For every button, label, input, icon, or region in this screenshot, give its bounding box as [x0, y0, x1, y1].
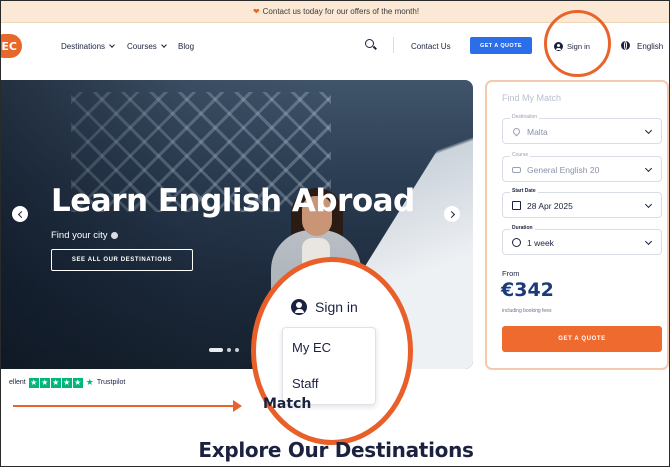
pointer-arrow-line	[13, 405, 235, 407]
location-dot-icon	[110, 232, 118, 239]
star-icon: ★	[39, 377, 50, 388]
callout-signin-button[interactable]: Sign in	[291, 299, 358, 315]
destination-label: Destination	[510, 114, 540, 120]
chevron-down-icon	[644, 164, 653, 173]
trustpilot-logo-icon: ★	[85, 377, 94, 387]
nav-blog[interactable]: Blog	[178, 42, 194, 51]
star-icon: ★	[61, 377, 72, 388]
trustpilot-rating[interactable]: ellent ★ ★ ★ ★ ★ ★ Trustpilot	[9, 377, 125, 388]
duration-label: Duration	[510, 225, 535, 231]
carousel-dot-active[interactable]	[209, 348, 223, 352]
star-icon: ★	[50, 377, 61, 388]
nav-courses[interactable]: Courses	[127, 42, 167, 51]
star-icon: ★	[28, 377, 39, 388]
chevron-down-icon	[160, 42, 167, 48]
match-heading-partial: Match	[263, 396, 312, 412]
globe-icon[interactable]	[621, 41, 630, 50]
start-date-label: Start Date	[510, 188, 538, 194]
see-all-destinations-button[interactable]: SEE ALL OUR DESTINATIONS	[51, 249, 193, 271]
carousel-next-button[interactable]	[444, 206, 460, 222]
nav-courses-label: Courses	[127, 42, 157, 51]
hero-subtitle-text: Find your city	[51, 230, 108, 241]
user-icon	[291, 299, 307, 315]
chevron-down-icon	[644, 126, 653, 135]
nav-divider	[393, 37, 394, 53]
location-pin-icon	[511, 126, 522, 137]
menu-item-staff[interactable]: Staff	[292, 376, 319, 391]
hero-title: Learn English Abroad	[51, 183, 415, 219]
panel-get-quote-button[interactable]: GET A QUOTE	[502, 326, 662, 352]
callout-signin-label: Sign in	[315, 299, 358, 315]
chevron-left-icon	[17, 210, 25, 218]
hero-subtitle: Find your city	[51, 230, 118, 241]
star-icon: ★	[72, 377, 83, 388]
chevron-down-icon	[644, 237, 653, 246]
course-label: Course	[510, 152, 531, 158]
pointer-arrow-head	[233, 400, 242, 412]
language-selector[interactable]: English	[637, 42, 663, 51]
start-date-picker[interactable]: Start Date 28 Apr 2025	[502, 188, 662, 218]
clock-icon	[512, 238, 521, 247]
calendar-icon	[512, 201, 521, 210]
chevron-down-icon	[644, 200, 653, 209]
search-icon[interactable]	[365, 39, 374, 48]
course-select[interactable]: Course General English 20	[502, 152, 662, 182]
promo-text: Contact us today for our offers of the m…	[262, 7, 420, 16]
contact-us-label: Contact Us	[411, 42, 451, 51]
nav-blog-label: Blog	[178, 42, 195, 51]
chevron-down-icon	[109, 42, 115, 48]
menu-item-my-ec[interactable]: My EC	[292, 340, 331, 355]
find-my-match-title: Find My Match	[502, 93, 562, 103]
carousel-dots[interactable]	[209, 348, 239, 352]
signin-highlight-ring	[544, 10, 611, 77]
carousel-prev-button[interactable]	[12, 206, 28, 222]
nav-destinations[interactable]: Destinations	[61, 42, 115, 51]
contact-us-link[interactable]: Contact Us	[411, 42, 451, 51]
start-date-value: 28 Apr 2025	[527, 201, 573, 211]
trustpilot-stars: ★ ★ ★ ★ ★	[28, 377, 83, 388]
chevron-right-icon	[447, 210, 455, 218]
trustpilot-brand: Trustpilot	[96, 379, 126, 386]
destination-value: Malta	[527, 127, 548, 137]
trustpilot-rating-text: ellent	[9, 379, 26, 386]
carousel-dot[interactable]	[235, 348, 239, 352]
signin-dropdown-menu	[282, 327, 376, 405]
page-frame: ❤ Contact us today for our offers of the…	[0, 0, 670, 467]
price-value: €342	[501, 279, 554, 301]
nav-destinations-label: Destinations	[61, 42, 106, 51]
duration-select[interactable]: Duration 1 week	[502, 225, 662, 255]
carousel-dot[interactable]	[227, 348, 231, 352]
heart-icon: ❤	[252, 7, 260, 16]
booking-fees-note: including booking fees	[502, 308, 552, 314]
course-value: General English 20	[527, 165, 600, 175]
nav-get-quote-button[interactable]: GET A QUOTE	[470, 37, 532, 54]
ec-logo[interactable]: EC	[1, 34, 22, 58]
duration-value: 1 week	[527, 238, 554, 248]
price-from-label: From	[502, 269, 520, 278]
graduation-cap-icon	[512, 167, 521, 173]
destination-select[interactable]: Destination Malta	[502, 114, 662, 144]
explore-destinations-heading: Explore Our Destinations	[198, 438, 474, 462]
